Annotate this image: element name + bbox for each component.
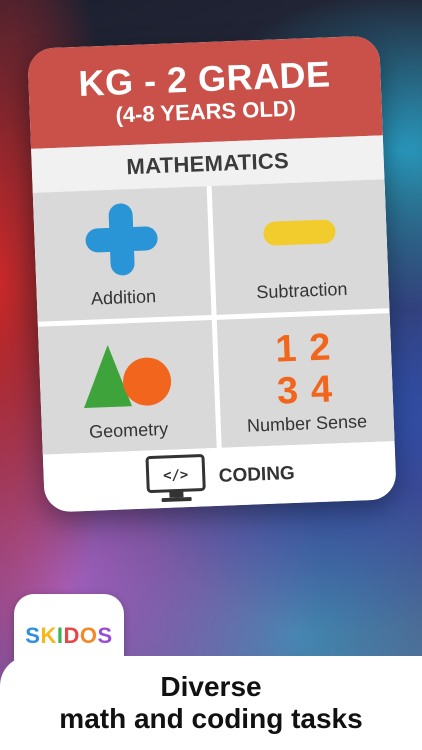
logo-text: SKIDOS — [25, 623, 112, 649]
card-header: KG - 2 GRADE (4-8 YEARS OLD) — [27, 35, 383, 149]
grade-card: KG - 2 GRADE (4-8 YEARS OLD) MATHEMATICS… — [27, 35, 397, 513]
plus-icon — [85, 203, 158, 276]
minus-icon — [263, 219, 336, 246]
digit: 1 — [275, 327, 298, 370]
logo-letter: S — [97, 623, 113, 648]
logo-letter: K — [40, 623, 57, 648]
logo-letter: O — [79, 623, 98, 648]
logo-letter: D — [63, 623, 80, 648]
topic-label: Number Sense — [246, 411, 368, 436]
tagline-line-2: math and coding tasks — [59, 703, 363, 734]
topic-subtraction[interactable]: Subtraction — [211, 179, 390, 315]
coding-row[interactable]: </> CODING — [42, 441, 397, 513]
digit: 4 — [310, 368, 333, 410]
age-subtitle: (4-8 YEARS OLD) — [115, 95, 297, 128]
topic-label: Geometry — [88, 418, 169, 442]
digit: 3 — [276, 369, 299, 409]
code-monitor-icon: </> — [145, 454, 206, 503]
topic-addition[interactable]: Addition — [32, 186, 212, 322]
tagline-line-1: Diverse — [160, 670, 262, 702]
topic-number-sense[interactable]: 1 2 3 4 Number Sense — [216, 312, 395, 448]
digit: 2 — [309, 326, 332, 369]
svg-text:</>: </> — [163, 467, 189, 484]
shapes-icon — [83, 344, 171, 408]
topic-label: Subtraction — [256, 278, 348, 302]
topic-label: Addition — [90, 285, 157, 309]
coding-label: CODING — [218, 462, 296, 487]
topic-geometry[interactable]: Geometry — [37, 319, 217, 455]
numbers-icon: 1 2 3 4 — [275, 326, 333, 410]
topics-grid: Addition Subtraction Geometry 1 2 3 4 Nu… — [32, 179, 395, 455]
logo-letter: I — [56, 623, 64, 648]
logo-letter: S — [25, 623, 41, 648]
tagline-panel: Diverse math and coding tasks — [0, 656, 422, 750]
